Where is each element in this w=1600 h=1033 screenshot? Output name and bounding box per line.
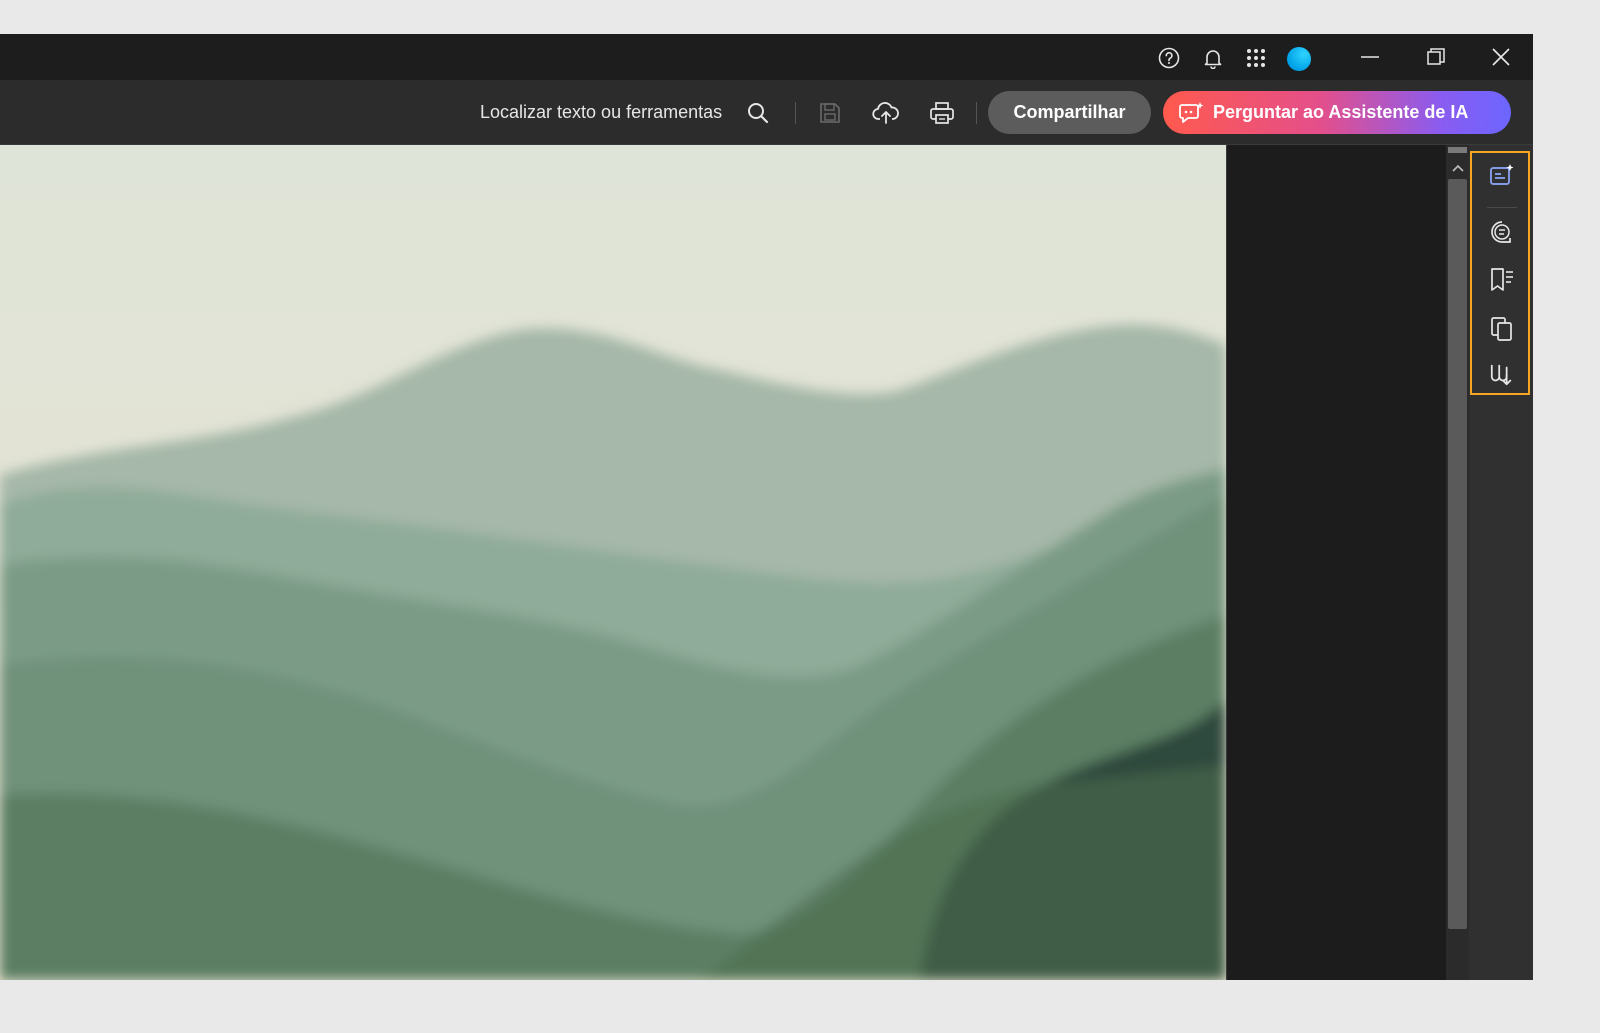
ai-assistant-icon [1179,101,1205,125]
restore-icon[interactable] [1416,40,1456,74]
avatar[interactable] [1287,47,1311,71]
ai-assistant-label: Perguntar ao Assistente de IA [1213,102,1469,122]
vertical-scrollbar[interactable] [1446,145,1469,980]
comment-icon[interactable] [1489,219,1515,245]
search-icon[interactable] [744,99,772,127]
document-margin-area [1226,145,1447,980]
toolbar-divider [795,102,796,124]
title-bar [0,34,1533,80]
share-button-label: Compartilhar [1013,102,1126,122]
save-icon[interactable] [816,99,844,127]
apps-grid-icon[interactable] [1244,46,1268,70]
help-icon[interactable] [1157,46,1181,70]
bell-icon[interactable] [1201,46,1225,70]
document-page-image [0,145,1226,980]
cloud-upload-icon[interactable] [872,99,900,127]
scroll-top-cap [1448,147,1467,153]
pages-icon[interactable] [1489,316,1515,342]
ai-assistant-button[interactable]: Perguntar ao Assistente de IA [1163,91,1511,134]
toolbar-divider [976,102,977,124]
main-toolbar: Localizar texto ou ferramentas Compartil… [0,80,1533,145]
search-label[interactable]: Localizar texto ou ferramentas [480,102,722,123]
share-button[interactable]: Compartilhar [988,91,1151,134]
scroll-up-arrow-icon[interactable] [1450,161,1466,175]
side-panel-divider [1487,207,1517,208]
signature-icon[interactable] [1489,361,1515,387]
bookmark-icon[interactable] [1489,267,1515,293]
minimize-icon[interactable] [1350,40,1390,74]
ai-summary-icon[interactable] [1489,162,1515,188]
print-icon[interactable] [928,99,956,127]
close-icon[interactable] [1481,40,1521,74]
app-window: Localizar texto ou ferramentas Compartil… [0,34,1533,980]
scroll-thumb[interactable] [1448,179,1467,929]
